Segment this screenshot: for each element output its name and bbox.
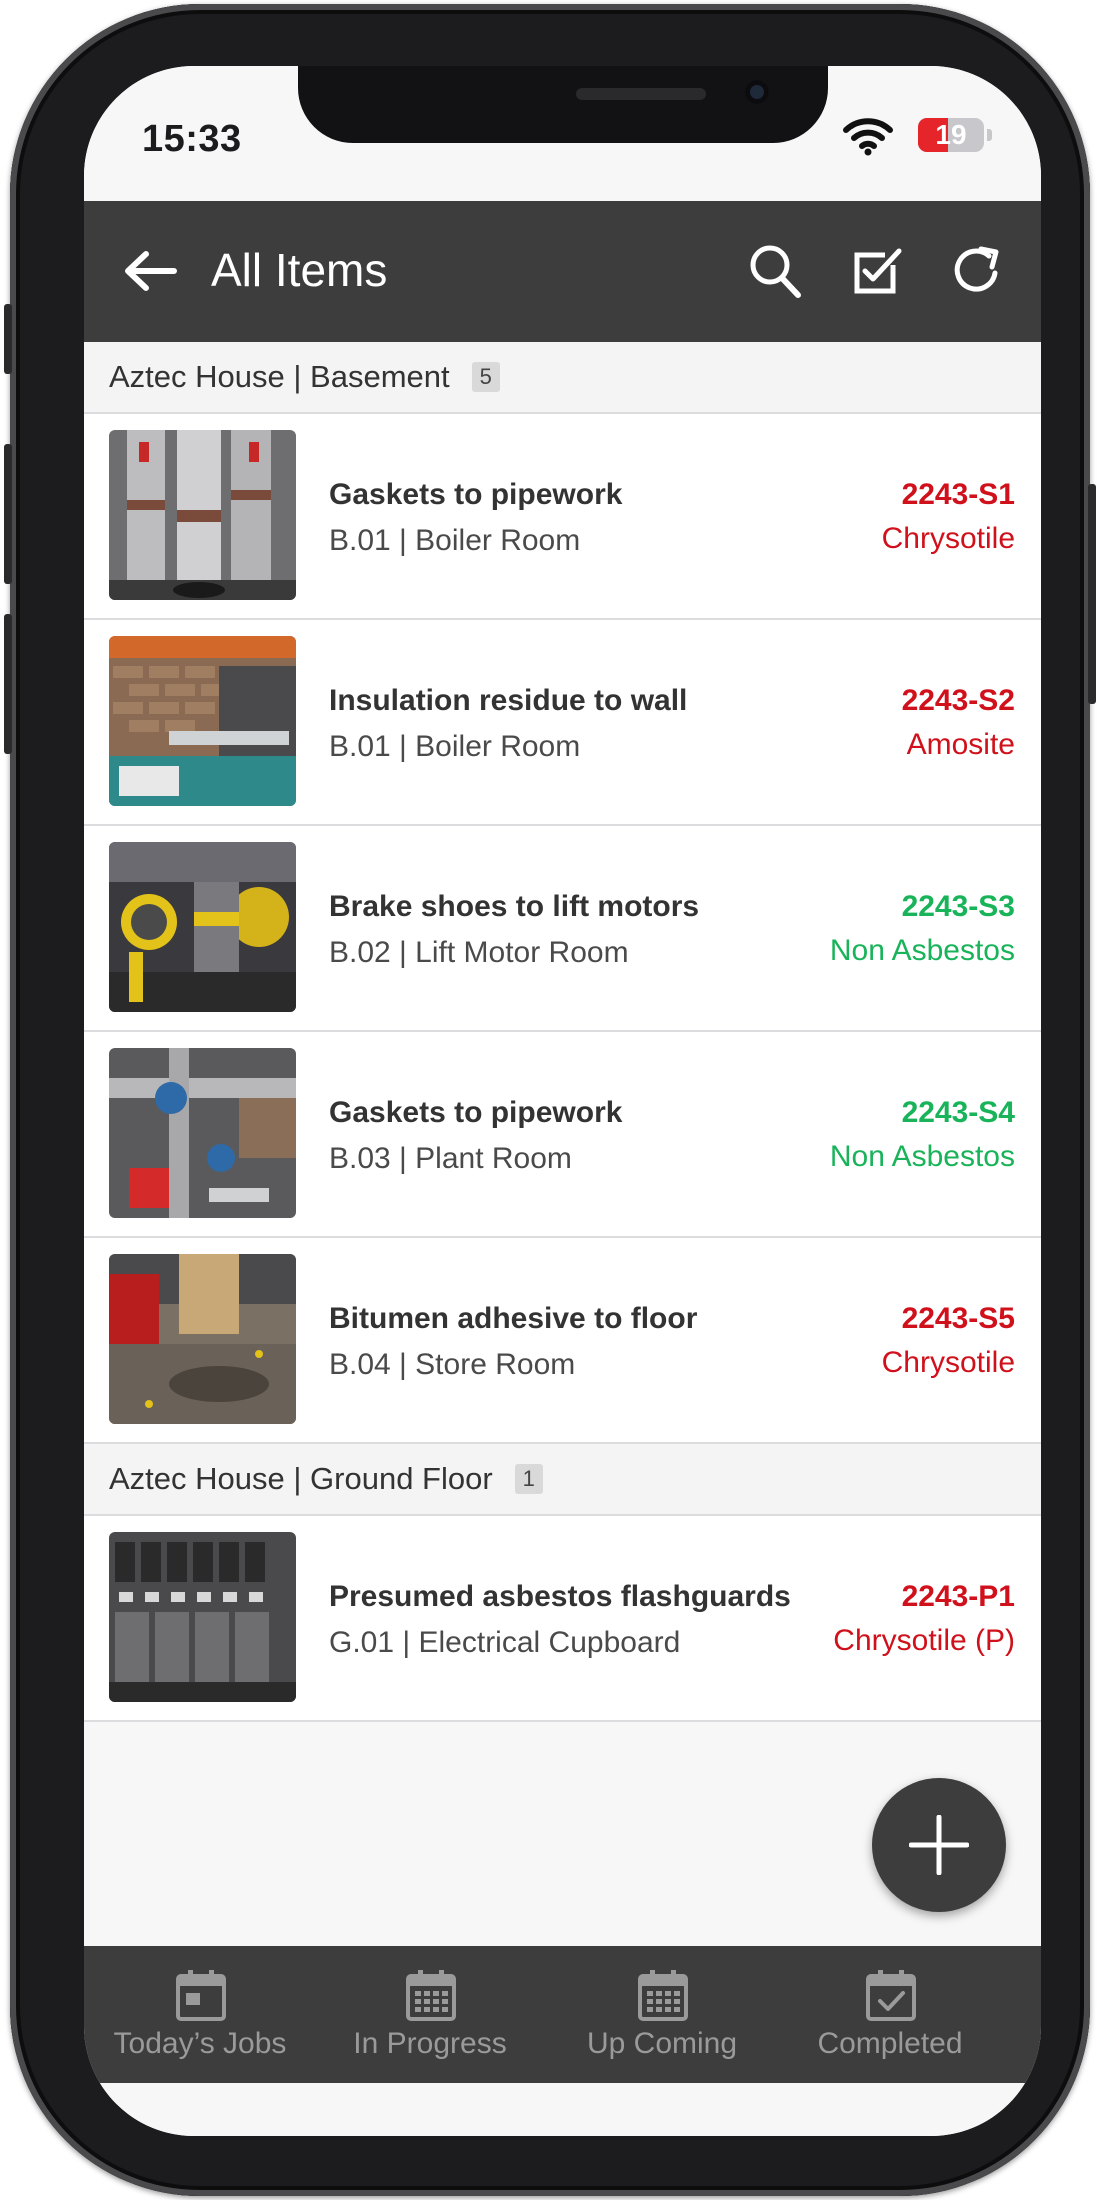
item-sample-code: 2243-S4 <box>901 1096 1015 1129</box>
item-photo-thumbnail <box>109 430 296 600</box>
item-location: G.01 | Electrical Cupboard <box>329 1626 681 1659</box>
item-name: Gaskets to pipework <box>329 478 623 511</box>
plus-icon <box>909 1815 969 1875</box>
item-sample-code: 2243-S2 <box>901 684 1015 717</box>
group-title: Aztec House | Basement <box>109 359 450 394</box>
item-material-type: Chrysotile <box>881 1346 1015 1379</box>
group-title: Aztec House | Ground Floor <box>109 1461 493 1496</box>
item-material-type: Chrysotile (P) <box>833 1624 1015 1657</box>
item-photo-thumbnail <box>109 1532 296 1702</box>
item-photo-thumbnail <box>109 842 296 1012</box>
items-list: Aztec House | Basement 5 Gaskets to pipe… <box>84 342 1041 1722</box>
calendar-grid-icon <box>406 1970 456 2021</box>
silent-switch <box>4 304 12 374</box>
item-name: Insulation residue to wall <box>329 684 688 717</box>
app-bar: All Items <box>84 201 1041 342</box>
list-item[interactable]: Brake shoes to lift motors B.02 | Lift M… <box>84 826 1041 1032</box>
nav-label: Today’s Jobs <box>113 2027 287 2060</box>
item-name: Bitumen adhesive to floor <box>329 1302 698 1335</box>
nav-label: Completed <box>817 2027 963 2060</box>
add-item-button[interactable] <box>872 1778 1006 1912</box>
group-header-ground-floor[interactable]: Aztec House | Ground Floor 1 <box>84 1444 1041 1516</box>
battery-percentage: 19 <box>935 119 967 150</box>
nav-label: Up Coming <box>586 2027 738 2060</box>
list-item[interactable]: Gaskets to pipework B.03 | Plant Room 22… <box>84 1032 1041 1238</box>
item-material-type: Non Asbestos <box>829 1140 1015 1173</box>
item-location: B.01 | Boiler Room <box>329 524 581 557</box>
nav-in-progress[interactable]: In Progress <box>315 1946 545 2083</box>
item-location: B.04 | Store Room <box>329 1348 576 1381</box>
bottom-navigation: Today’s Jobs In Progress Up Coming Compl… <box>84 1946 1041 2083</box>
search-icon[interactable] <box>748 243 802 299</box>
item-photo-thumbnail <box>109 1048 296 1218</box>
item-name: Brake shoes to lift motors <box>329 890 700 923</box>
item-location: B.01 | Boiler Room <box>329 730 581 763</box>
list-item[interactable]: Gaskets to pipework B.01 | Boiler Room 2… <box>84 414 1041 620</box>
back-arrow-icon[interactable] <box>122 248 178 294</box>
list-item[interactable]: Bitumen adhesive to floor B.04 | Store R… <box>84 1238 1041 1444</box>
calendar-grid-icon <box>638 1970 688 2021</box>
group-count-badge: 5 <box>471 362 500 392</box>
nav-todays-jobs[interactable]: Today’s Jobs <box>85 1946 315 2083</box>
select-checkbox-icon[interactable] <box>851 243 905 299</box>
nav-completed[interactable]: Completed <box>775 1946 1005 2083</box>
item-name: Gaskets to pipework <box>329 1096 623 1129</box>
nav-label: In Progress <box>353 2027 507 2060</box>
group-header-basement[interactable]: Aztec House | Basement 5 <box>84 342 1041 414</box>
item-sample-code: 2243-P1 <box>901 1580 1015 1613</box>
page-title: All Items <box>211 244 388 296</box>
list-item[interactable]: Insulation residue to wall B.01 | Boiler… <box>84 620 1041 826</box>
front-camera <box>745 80 769 104</box>
wifi-icon <box>843 118 893 156</box>
item-photo-thumbnail <box>109 1254 296 1424</box>
calendar-check-icon <box>866 1970 916 2021</box>
volume-down-button <box>4 614 12 754</box>
item-material-type: Chrysotile <box>881 522 1015 555</box>
battery-icon: 19 <box>918 118 984 152</box>
item-location: B.02 | Lift Motor Room <box>329 936 629 969</box>
speaker <box>576 88 706 100</box>
item-name: Presumed asbestos flashguards <box>329 1580 791 1613</box>
group-count-badge: 1 <box>514 1464 543 1494</box>
screen: 15:33 19 All Items Aztec House | Basemen… <box>84 66 1041 2136</box>
item-sample-code: 2243-S1 <box>901 478 1015 511</box>
item-photo-thumbnail <box>109 636 296 806</box>
nav-up-coming[interactable]: Up Coming <box>547 1946 777 2083</box>
item-material-type: Non Asbestos <box>829 934 1015 967</box>
item-location: B.03 | Plant Room <box>329 1142 572 1175</box>
phone-frame: 15:33 19 All Items Aztec House | Basemen… <box>4 4 1096 2196</box>
item-material-type: Amosite <box>906 728 1015 761</box>
home-indicator-area <box>84 2083 1041 2136</box>
refresh-icon[interactable] <box>951 243 1005 299</box>
volume-up-button <box>4 444 12 584</box>
calendar-today-icon <box>176 1970 226 2021</box>
item-sample-code: 2243-S5 <box>901 1302 1015 1335</box>
notch <box>298 66 828 143</box>
list-item[interactable]: Presumed asbestos flashguards G.01 | Ele… <box>84 1516 1041 1722</box>
status-time: 15:33 <box>142 118 242 160</box>
item-sample-code: 2243-S3 <box>901 890 1015 923</box>
battery-tip <box>987 129 992 141</box>
power-button <box>1088 484 1096 704</box>
